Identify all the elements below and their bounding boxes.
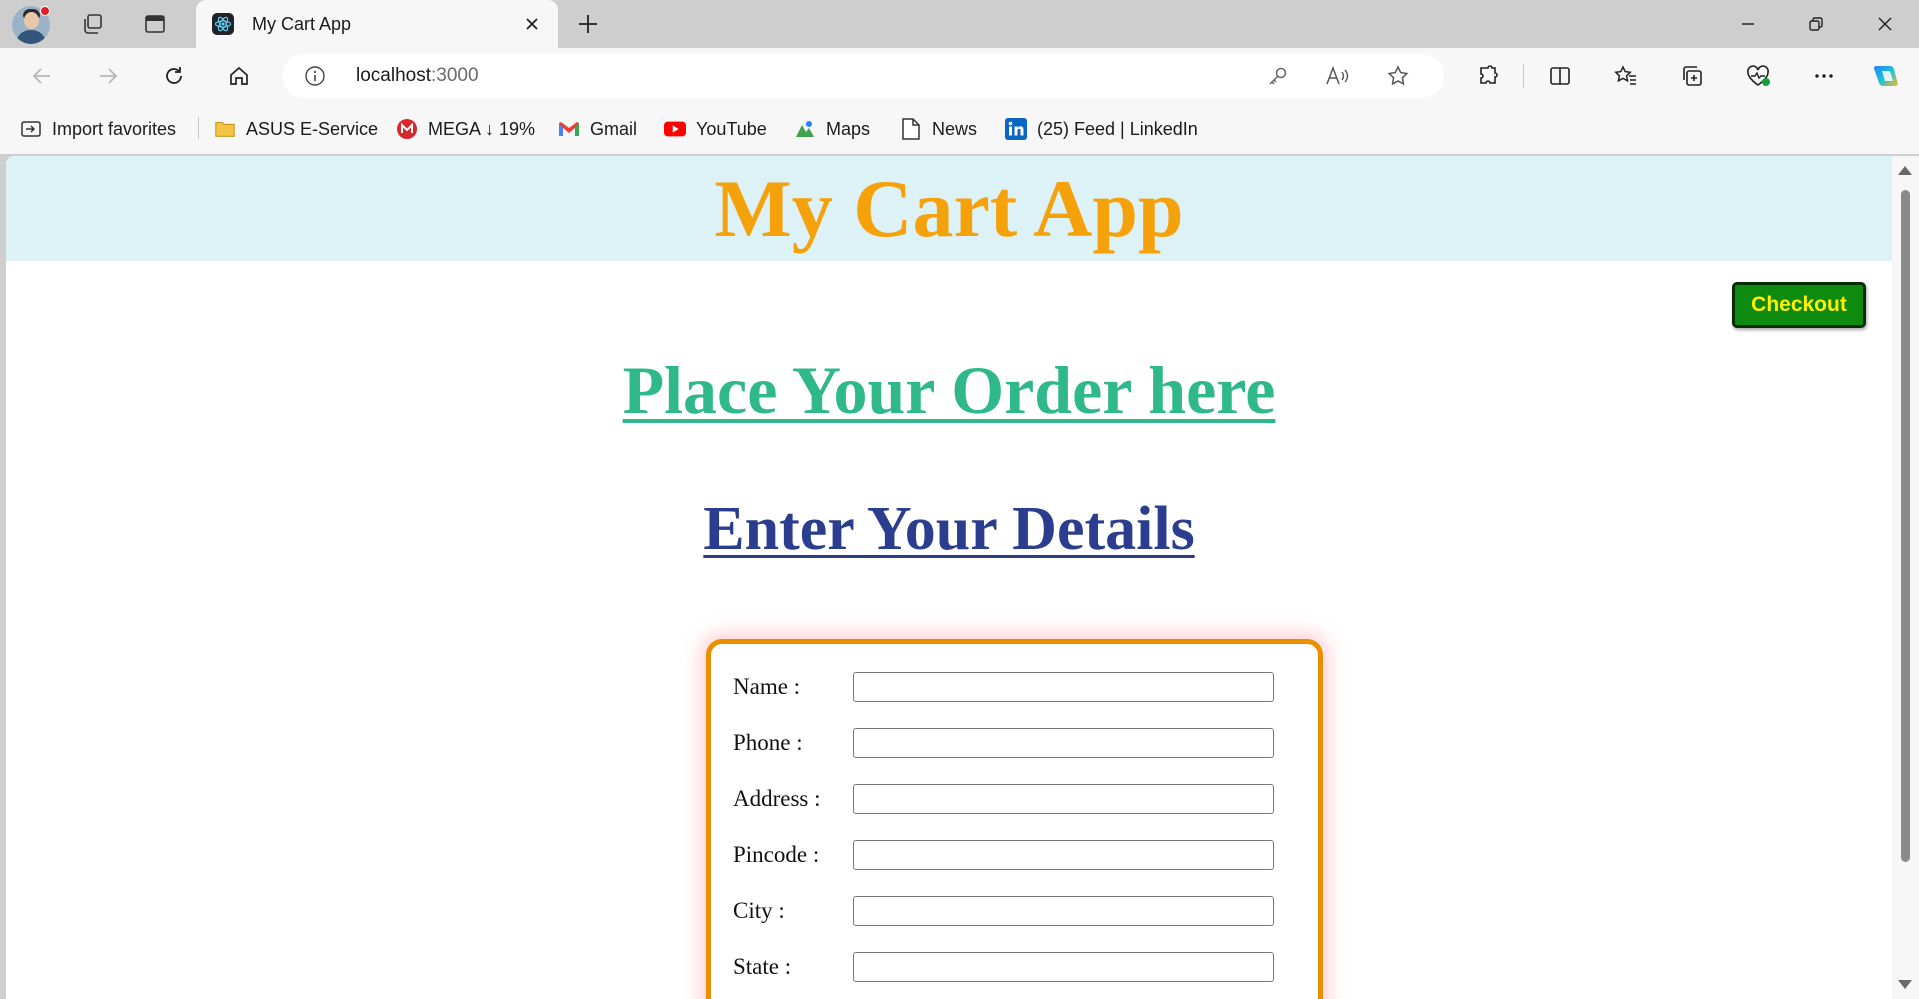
details-form: Name : Phone : Address : Pincode : City … [706, 639, 1323, 999]
split-screen-icon[interactable] [1540, 56, 1580, 96]
scroll-up-icon[interactable] [1898, 166, 1912, 175]
linkedin-icon [1005, 118, 1027, 140]
form-row-city: City : [733, 896, 1293, 928]
favorite-news[interactable]: News [900, 114, 977, 144]
read-aloud-icon[interactable] [1322, 62, 1354, 90]
favorite-star-icon[interactable] [1382, 62, 1414, 90]
tab-my-cart-app[interactable]: My Cart App [196, 0, 558, 48]
vertical-tabs-icon[interactable] [132, 6, 178, 42]
app-header: My Cart App [6, 156, 1892, 261]
favorite-linkedin[interactable]: (25) Feed | LinkedIn [1005, 114, 1198, 144]
order-heading: Place Your Order here [622, 352, 1276, 428]
address-input[interactable] [853, 784, 1274, 814]
state-label: State : [733, 954, 792, 979]
address-bar[interactable]: localhost:3000 [282, 54, 1444, 98]
copilot-icon[interactable] [1866, 56, 1906, 96]
close-tab-icon[interactable] [518, 10, 546, 38]
checkout-button[interactable]: Checkout [1732, 282, 1866, 328]
form-row-pincode: Pincode : [733, 840, 1293, 872]
favorite-youtube[interactable]: YouTube [664, 114, 767, 144]
key-icon[interactable] [1262, 62, 1294, 90]
forward-icon[interactable] [88, 56, 128, 96]
youtube-icon [664, 118, 686, 140]
page-scrollbar[interactable] [1892, 156, 1919, 999]
pincode-label: Pincode : [733, 842, 820, 867]
back-icon[interactable] [22, 56, 62, 96]
gmail-icon [558, 118, 580, 140]
refresh-icon[interactable] [154, 56, 194, 96]
notification-dot [40, 6, 50, 16]
phone-label: Phone : [733, 730, 803, 755]
tab-title: My Cart App [252, 14, 352, 34]
close-window-icon[interactable] [1851, 0, 1919, 48]
new-tab-icon[interactable] [568, 6, 608, 42]
city-label: City : [733, 898, 785, 923]
favorites-bar: Import favorites ASUS E-Service MEGA ↓ 1… [0, 104, 1919, 154]
address-label: Address : [733, 786, 821, 811]
form-row-state: State : [733, 952, 1293, 984]
maps-icon [794, 118, 816, 140]
site-info-icon[interactable] [304, 65, 326, 87]
news-icon [900, 118, 922, 140]
favorite-import[interactable]: Import favorites [20, 114, 176, 144]
restore-icon[interactable] [1782, 0, 1850, 48]
tab-strip: My Cart App [0, 0, 1919, 48]
favorites-icon[interactable] [1606, 56, 1646, 96]
collections-icon[interactable] [1672, 56, 1712, 96]
favorite-maps[interactable]: Maps [794, 114, 870, 144]
mega-icon [396, 118, 418, 140]
form-row-phone: Phone : [733, 728, 1293, 760]
name-input[interactable] [853, 672, 1274, 702]
favorite-gmail[interactable]: Gmail [558, 114, 637, 144]
favorite-mega[interactable]: MEGA ↓ 19% [396, 114, 535, 144]
favorite-asus[interactable]: ASUS E-Service [214, 114, 378, 144]
favorites-divider [198, 117, 199, 139]
browser-essentials-icon[interactable] [1738, 56, 1778, 96]
folder-icon [214, 118, 236, 140]
phone-input[interactable] [853, 728, 1274, 758]
app-title: My Cart App [714, 163, 1184, 254]
workspaces-icon[interactable] [70, 6, 116, 42]
form-row-address: Address : [733, 784, 1293, 816]
extensions-icon[interactable] [1468, 56, 1508, 96]
page-viewport: My Cart App Checkout Place Your Order he… [6, 156, 1892, 999]
name-label: Name : [733, 674, 801, 699]
scrollbar-thumb[interactable] [1901, 190, 1910, 862]
toolbar-separator [1523, 64, 1524, 88]
state-input[interactable] [853, 952, 1274, 982]
home-icon[interactable] [219, 56, 259, 96]
browser-toolbar: localhost:3000 [0, 48, 1919, 104]
pincode-input[interactable] [853, 840, 1274, 870]
url-text[interactable]: localhost:3000 [356, 65, 479, 87]
minimize-icon[interactable] [1714, 0, 1782, 48]
city-input[interactable] [853, 896, 1274, 926]
form-row-name: Name : [733, 672, 1293, 704]
import-favorites-icon [20, 118, 42, 140]
details-heading: Enter Your Details [703, 495, 1195, 563]
scroll-down-icon[interactable] [1898, 980, 1912, 989]
react-icon [212, 13, 234, 35]
more-options-icon[interactable] [1804, 56, 1844, 96]
